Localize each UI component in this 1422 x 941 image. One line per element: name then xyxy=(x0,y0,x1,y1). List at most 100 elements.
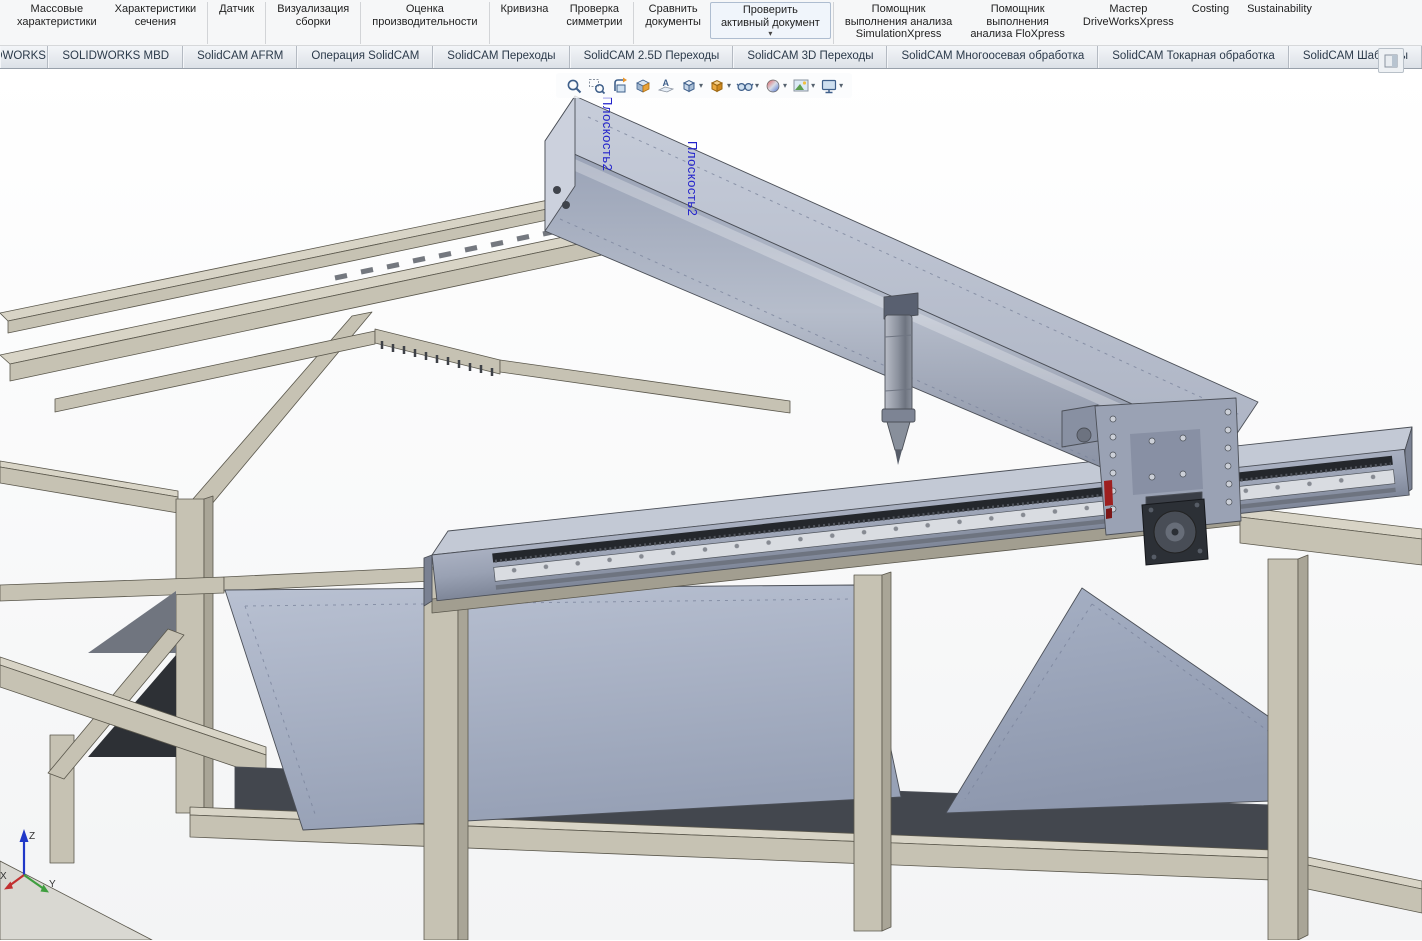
ribbon-item-floxpress-wizard[interactable]: Помощник выполнения анализа FloXpress xyxy=(961,2,1074,41)
zoom-to-area-button[interactable] xyxy=(587,76,607,96)
view-orientation-icon xyxy=(682,79,696,92)
apply-scene-button[interactable]: ▾ xyxy=(791,76,816,96)
ribbon-item-curvature[interactable]: Кривизна xyxy=(492,2,558,16)
ribbon-item-driveworksxpress-wizard[interactable]: Мастер DriveWorksXpress xyxy=(1074,2,1183,28)
previous-view-button[interactable] xyxy=(610,76,630,96)
ribbon-label: Мастер xyxy=(1109,3,1148,15)
display-style-icon xyxy=(710,79,724,92)
ribbon-evaluate-tab: Массовые характеристики Характеристики с… xyxy=(0,0,1422,46)
view-settings-icon xyxy=(821,79,837,93)
3d-viewport[interactable]: Плоскость2 Плоскость2 Z X Y xyxy=(0,69,1422,940)
limit-switch xyxy=(1104,480,1113,506)
torch-tip xyxy=(895,450,902,465)
left-chute-sheet[interactable] xyxy=(224,584,902,831)
zoom-to-fit-button[interactable] xyxy=(564,76,584,96)
zoom-to-fit-icon xyxy=(567,79,582,93)
ribbon-label: Проверка xyxy=(569,3,620,15)
chevron-down-icon: ▾ xyxy=(727,81,732,90)
tab-solidworks[interactable]: SOLIDWORKS xyxy=(0,46,49,68)
tab-solidcam-afrm[interactable]: SolidCAM AFRM xyxy=(183,46,298,68)
task-pane-toggle[interactable] xyxy=(1378,48,1404,73)
ribbon-label: Оценка xyxy=(405,3,444,15)
ribbon-label: производительности xyxy=(372,15,478,28)
ribbon-item-costing[interactable]: Costing xyxy=(1183,2,1238,16)
sheet-metal-panels[interactable] xyxy=(224,584,1308,831)
chevron-down-icon: ▾ xyxy=(839,81,844,90)
previous-view-icon xyxy=(614,77,627,92)
chevron-down-icon: ▾ xyxy=(811,81,816,90)
ribbon-label: DriveWorksXpress xyxy=(1082,15,1174,28)
ribbon-label: Визуализация xyxy=(277,3,350,15)
plane-label[interactable]: Плоскость2 xyxy=(600,96,615,171)
ribbon-label: Датчик xyxy=(219,3,255,15)
ribbon-label: характеристики xyxy=(17,15,97,28)
section-view-icon xyxy=(636,79,650,93)
zoom-to-area-icon xyxy=(589,78,606,94)
ribbon-label: выполнения анализа xyxy=(844,15,953,28)
apply-scene-icon xyxy=(793,79,809,91)
ribbon-item-mass-properties[interactable]: Массовые характеристики xyxy=(8,2,106,28)
ribbon-label: Sustainability xyxy=(1247,3,1312,15)
graphics-area[interactable]: Плоскость2 Плоскость2 Z X Y A ▾ ▾ ▾ ▾ ▾ … xyxy=(0,69,1422,940)
tab-solidcam-multiaxis[interactable]: SolidCAM Многоосевая обработка xyxy=(887,46,1099,68)
ribbon-label: Помощник xyxy=(990,3,1045,15)
triad-z-label: Z xyxy=(29,831,35,842)
dynamic-annotation-views-button[interactable]: A xyxy=(656,76,676,96)
ribbon-separator xyxy=(832,2,834,44)
ribbon-separator xyxy=(488,2,490,44)
ribbon-label: SimulationXpress xyxy=(855,28,942,40)
ribbon-label: документы xyxy=(645,15,701,28)
edit-appearance-icon xyxy=(766,79,780,92)
ribbon-label: активный документ xyxy=(720,16,820,29)
tab-solidcam-transitions[interactable]: SolidCAM Переходы xyxy=(433,46,570,68)
tab-solidcam-3d[interactable]: SolidCAM 3D Переходы xyxy=(733,46,888,68)
ribbon-separator xyxy=(360,2,362,44)
chevron-down-icon: ▾ xyxy=(783,81,788,90)
triad-x-label: X xyxy=(0,871,7,882)
display-style-button[interactable]: ▾ xyxy=(707,76,732,96)
ribbon-label: Costing xyxy=(1191,3,1230,15)
ribbon-item-section-properties[interactable]: Характеристики сечения xyxy=(106,2,206,28)
ribbon-label: Характеристики xyxy=(114,3,197,15)
ribbon-item-performance-evaluation[interactable]: Оценка производительности xyxy=(363,2,486,28)
ribbon-label: Кривизна xyxy=(500,3,549,15)
ribbon-item-symmetry-check[interactable]: Проверка симметрии xyxy=(557,2,631,28)
tab-solidcam-operation[interactable]: Операция SolidCAM xyxy=(297,46,434,68)
ribbon-item-check-active-document[interactable]: Проверить активный документ ▾ xyxy=(709,2,831,39)
ribbon-separator xyxy=(207,2,209,44)
task-pane-icon xyxy=(1384,54,1398,67)
roller xyxy=(1076,427,1092,443)
tab-solidcam-turning[interactable]: SolidCAM Токарная обработка xyxy=(1098,46,1289,68)
right-chute-sheet[interactable] xyxy=(945,587,1308,814)
ribbon-label: Проверить xyxy=(742,4,798,16)
tab-solidworks-mbd[interactable]: SOLIDWORKS MBD xyxy=(48,46,184,68)
ribbon-item-compare-documents[interactable]: Сравнить документы xyxy=(636,2,710,28)
ribbon-label: сборки xyxy=(295,15,331,28)
heads-up-toolbar: A ▾ ▾ ▾ ▾ ▾ ▾ xyxy=(556,73,853,98)
ribbon-separator xyxy=(633,2,635,44)
view-settings-button[interactable]: ▾ xyxy=(819,76,844,96)
svg-text:A: A xyxy=(663,78,670,88)
chevron-down-icon: ▾ xyxy=(755,81,760,90)
ribbon-item-simulationxpress-wizard[interactable]: Помощник выполнения анализа SimulationXp… xyxy=(836,2,961,41)
section-view-button[interactable] xyxy=(633,76,653,96)
view-orientation-button[interactable]: ▾ xyxy=(679,76,704,96)
ribbon-label: симметрии xyxy=(566,15,623,28)
ribbon-label: анализа FloXpress xyxy=(970,28,1065,40)
ribbon-label: Сравнить xyxy=(648,3,698,15)
command-manager-tabbar: SOLIDWORKS SOLIDWORKS MBD SolidCAM AFRM … xyxy=(0,46,1422,69)
ribbon-label: выполнения xyxy=(986,15,1049,28)
ribbon-item-assembly-visualization[interactable]: Визуализация сборки xyxy=(268,2,358,28)
ribbon-separator xyxy=(265,2,267,44)
ribbon-label: Помощник xyxy=(871,3,926,15)
stepper-motor[interactable] xyxy=(1141,498,1209,566)
hide-show-items-icon xyxy=(736,82,754,91)
plane-label[interactable]: Плоскость2 xyxy=(685,141,700,216)
ribbon-item-sensor[interactable]: Датчик xyxy=(210,2,263,16)
chevron-down-icon: ▾ xyxy=(768,29,773,38)
ribbon-label: сечения xyxy=(134,15,177,28)
tab-solidcam-25d[interactable]: SolidCAM 2.5D Переходы xyxy=(569,46,734,68)
hide-show-items-button[interactable]: ▾ xyxy=(735,76,760,96)
ribbon-item-sustainability[interactable]: Sustainability xyxy=(1238,2,1321,16)
edit-appearance-button[interactable]: ▾ xyxy=(763,76,788,96)
